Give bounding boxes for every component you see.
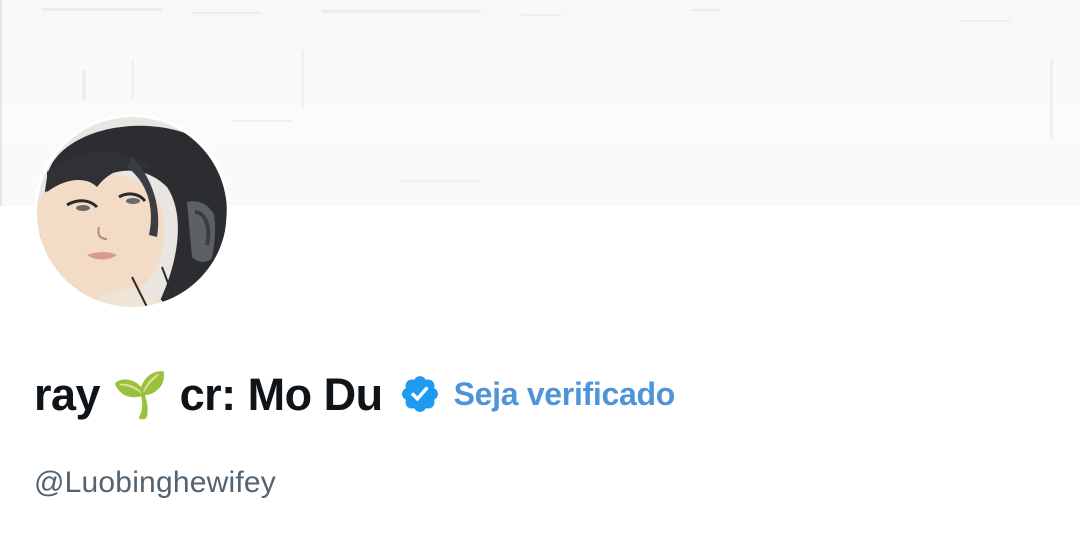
profile-header: ray 🌱 cr: Mo Du Seja verificado @Luobing…	[0, 0, 1080, 533]
profile-name-row: ray 🌱 cr: Mo Du Seja verificado	[34, 362, 675, 426]
avatar-image	[37, 117, 227, 307]
verified-badge-icon[interactable]	[399, 373, 441, 415]
get-verified-link[interactable]: Seja verificado	[454, 376, 676, 413]
profile-avatar[interactable]	[34, 114, 230, 310]
profile-handle: @Luobinghewifey	[34, 466, 276, 499]
display-name: ray 🌱 cr: Mo Du	[34, 368, 383, 420]
